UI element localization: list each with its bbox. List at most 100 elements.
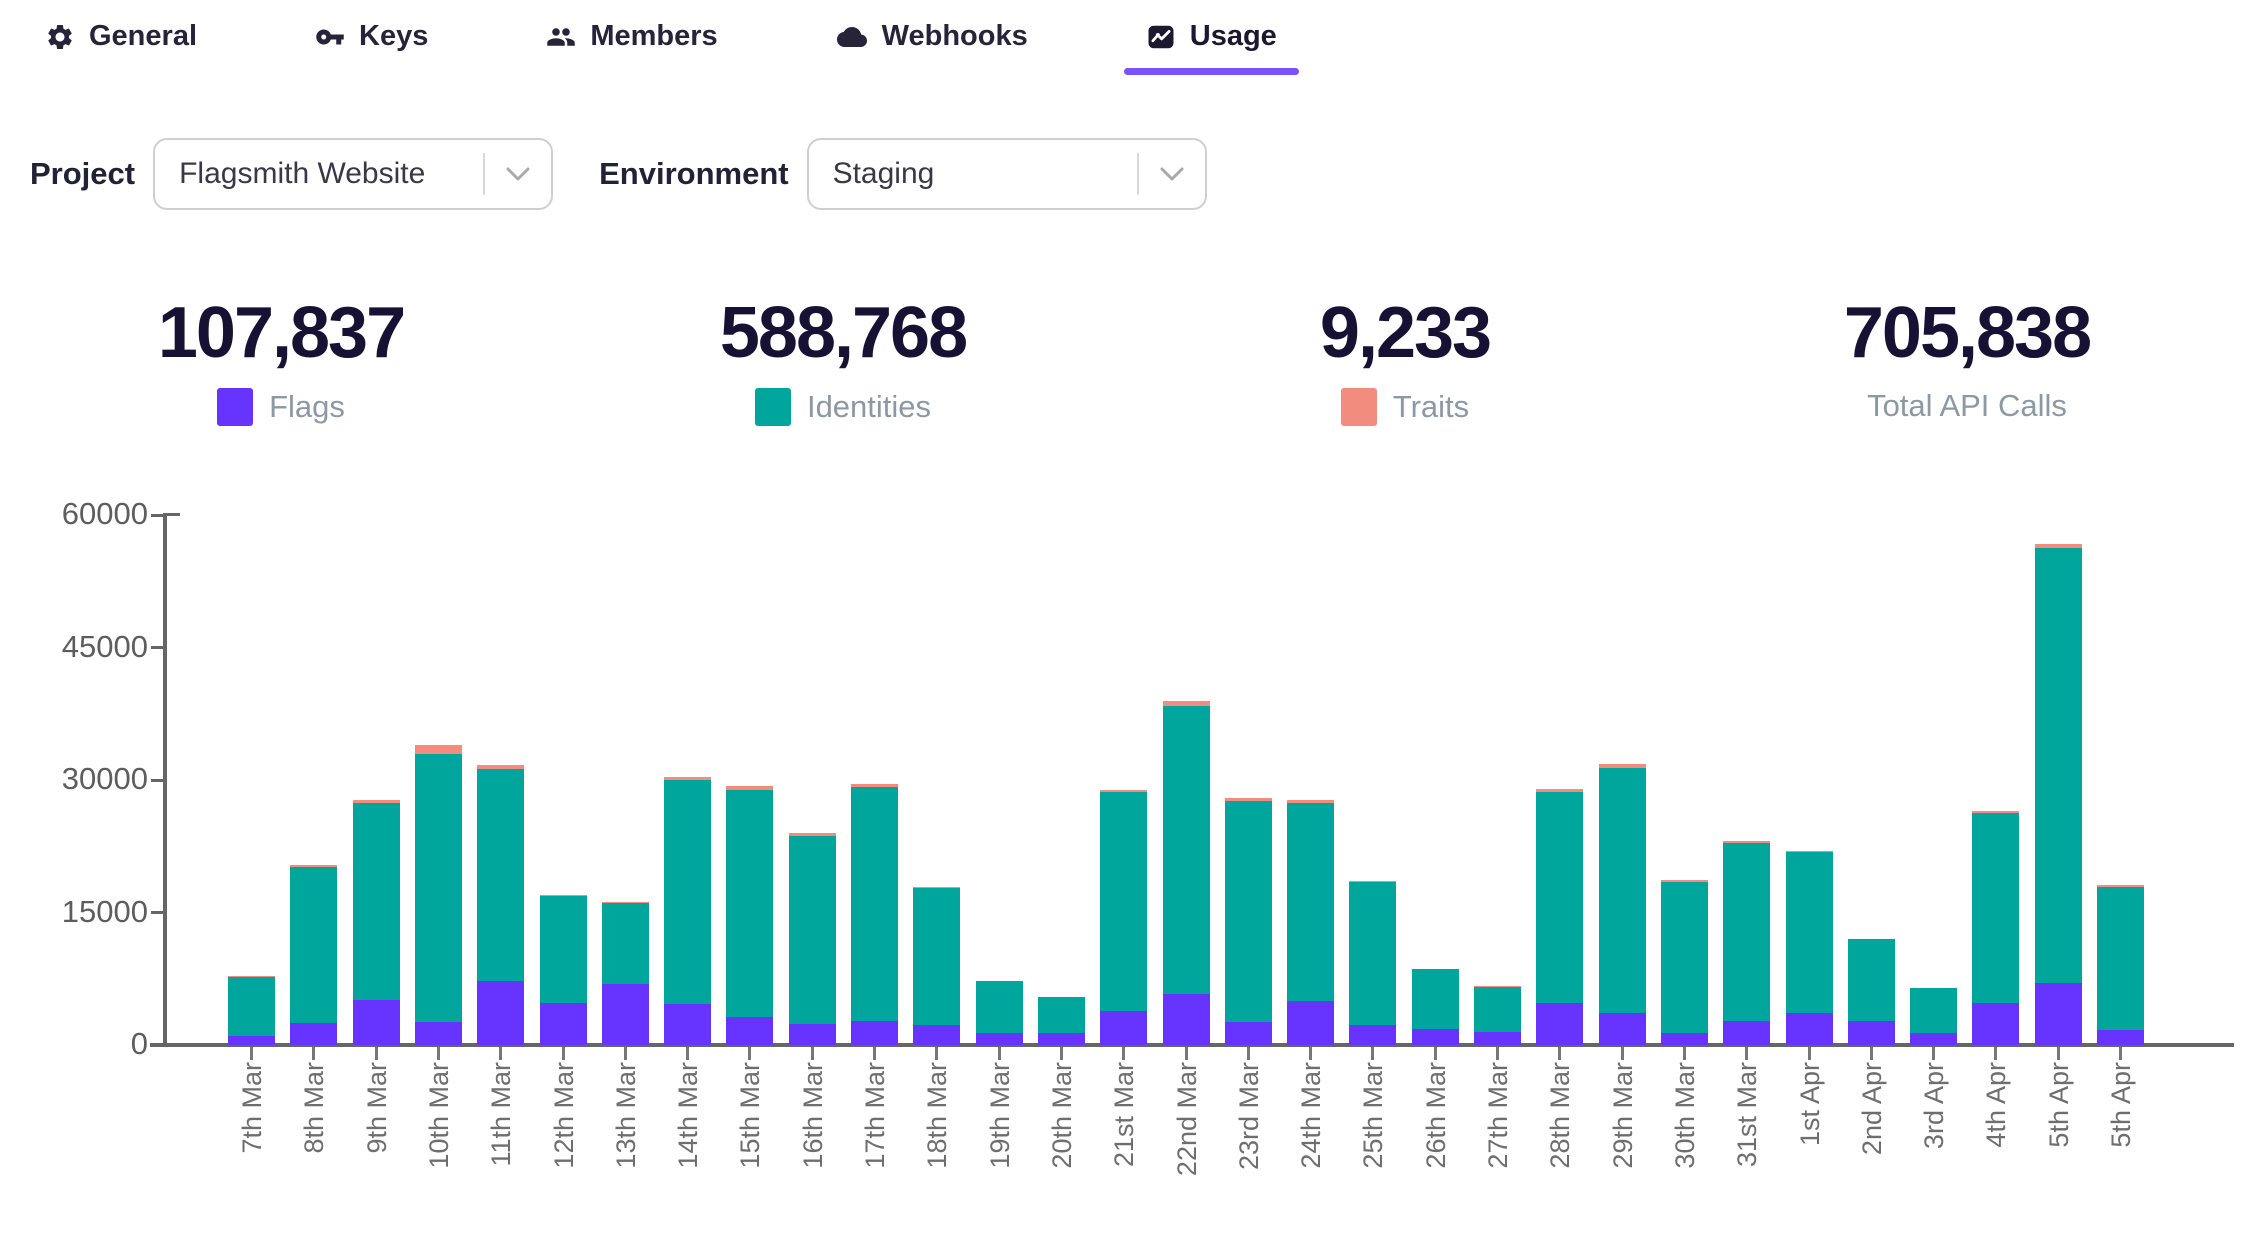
bar-stack[interactable]: [477, 765, 524, 1045]
total-api-calls-total: 705,838: [1844, 296, 2090, 372]
bar-stack[interactable]: [2097, 885, 2144, 1045]
bar-stack[interactable]: [1910, 988, 1957, 1045]
bar-segment-flags: [913, 1025, 960, 1045]
bar-stack[interactable]: [2035, 544, 2082, 1045]
x-axis-tick: [375, 1047, 378, 1060]
bar-stack[interactable]: [664, 777, 711, 1046]
select-divider: [1137, 153, 1139, 195]
x-axis-tick-label: 18th Mar: [923, 1062, 951, 1232]
bar-stack[interactable]: [1786, 851, 1833, 1045]
tab-general[interactable]: General: [45, 20, 197, 53]
bar-segment-flags: [353, 1000, 400, 1045]
bar-segment-identities: [353, 803, 400, 1000]
bar-segment-flags: [1225, 1022, 1272, 1045]
x-axis-tick-label: 17th Mar: [861, 1062, 889, 1232]
bar-stack[interactable]: [1661, 880, 1708, 1045]
project-select[interactable]: Flagsmith Website: [153, 138, 553, 210]
y-axis-tick: [151, 911, 164, 914]
x-axis-tick: [811, 1047, 814, 1060]
active-tab-underline: [1124, 68, 1299, 75]
traits-legend: Traits: [1341, 388, 1469, 426]
x-axis-tick: [1621, 1047, 1624, 1060]
bar-segment-flags: [602, 984, 649, 1045]
bar-stack[interactable]: [1038, 997, 1085, 1045]
bar-stack[interactable]: [228, 976, 275, 1045]
bar-stack[interactable]: [1349, 881, 1396, 1045]
bar-stack[interactable]: [789, 833, 836, 1045]
bar-stack[interactable]: [353, 800, 400, 1045]
bar-stack[interactable]: [1848, 939, 1895, 1045]
x-axis-tick-label: 2nd Apr: [1858, 1062, 1886, 1232]
bar-stack[interactable]: [540, 895, 587, 1045]
bar-stack[interactable]: [726, 786, 773, 1045]
x-axis-tick-label: 13th Mar: [612, 1062, 640, 1232]
flags-legend: Flags: [217, 388, 345, 426]
bar-segment-flags: [851, 1021, 898, 1045]
bar-stack[interactable]: [415, 745, 462, 1045]
x-axis-tick: [1185, 1047, 1188, 1060]
bar-segment-flags: [540, 1003, 587, 1045]
x-axis-tick: [624, 1047, 627, 1060]
bar-segment-identities: [477, 769, 524, 982]
bar-stack[interactable]: [290, 865, 337, 1045]
bar-segment-flags: [415, 1022, 462, 1045]
bar-stack[interactable]: [913, 887, 960, 1045]
y-axis-tick-label: 0: [0, 1026, 148, 1062]
bar-segment-identities: [1287, 803, 1334, 1001]
x-axis-tick: [1371, 1047, 1374, 1060]
x-axis-tick-label: 31st Mar: [1733, 1062, 1761, 1232]
x-axis-tick-label: 30th Mar: [1671, 1062, 1699, 1232]
x-axis-tick: [437, 1047, 440, 1060]
bar-segment-flags: [1474, 1032, 1521, 1045]
x-axis-tick: [2057, 1047, 2060, 1060]
traits-total: 9,233: [1320, 296, 1490, 372]
tab-usage[interactable]: Usage: [1146, 20, 1277, 53]
x-axis-tick: [1060, 1047, 1063, 1060]
bar-segment-identities: [602, 903, 649, 984]
y-axis-tick: [151, 514, 164, 517]
environment-select[interactable]: Staging: [807, 138, 1207, 210]
tab-label-general: General: [89, 20, 197, 53]
stat-traits: 9,233 Traits: [1124, 296, 1686, 426]
bar-stack[interactable]: [1225, 798, 1272, 1045]
x-axis-tick: [1434, 1047, 1437, 1060]
bar-stack[interactable]: [1972, 811, 2019, 1046]
bar-stack[interactable]: [1474, 986, 1521, 1045]
tab-members[interactable]: Members: [546, 20, 717, 53]
bar-segment-flags: [1972, 1003, 2019, 1045]
x-axis-tick-label: 3rd Apr: [1920, 1062, 1948, 1232]
bar-stack[interactable]: [851, 784, 898, 1045]
bar-segment-identities: [1474, 987, 1521, 1032]
x-axis-tick-label: 22nd Mar: [1173, 1062, 1201, 1232]
total-api-calls-legend: Total API Calls: [1867, 388, 2067, 424]
select-divider: [483, 153, 485, 195]
x-axis-tick: [748, 1047, 751, 1060]
bar-stack[interactable]: [976, 981, 1023, 1046]
bar-stack[interactable]: [1599, 764, 1646, 1045]
bar-stack[interactable]: [1100, 790, 1147, 1045]
bar-stack[interactable]: [1163, 701, 1210, 1045]
bar-segment-identities: [1349, 882, 1396, 1024]
tab-webhooks[interactable]: Webhooks: [836, 20, 1028, 53]
flags-total: 107,837: [158, 296, 404, 372]
tab-label-members: Members: [590, 20, 717, 53]
identities-legend-swatch: [755, 388, 791, 426]
x-axis-tick-label: 7th Mar: [238, 1062, 266, 1232]
bar-segment-identities: [1661, 882, 1708, 1033]
bar-stack[interactable]: [1723, 841, 1770, 1045]
x-axis-tick: [562, 1047, 565, 1060]
bar-stack[interactable]: [1412, 969, 1459, 1045]
key-icon: [315, 22, 345, 52]
total-api-calls-legend-label: Total API Calls: [1867, 388, 2067, 424]
bar-segment-identities: [913, 888, 960, 1025]
bar-stack[interactable]: [1536, 789, 1583, 1045]
bar-segment-identities: [2035, 548, 2082, 983]
bar-segment-identities: [976, 981, 1023, 1033]
bar-stack[interactable]: [602, 902, 649, 1045]
x-axis-tick: [686, 1047, 689, 1060]
bar-segment-identities: [1536, 792, 1583, 1003]
x-axis-tick-label: 11th Mar: [487, 1062, 515, 1232]
bar-segment-flags: [1412, 1029, 1459, 1045]
bar-stack[interactable]: [1287, 800, 1334, 1045]
tab-keys[interactable]: Keys: [315, 20, 428, 53]
